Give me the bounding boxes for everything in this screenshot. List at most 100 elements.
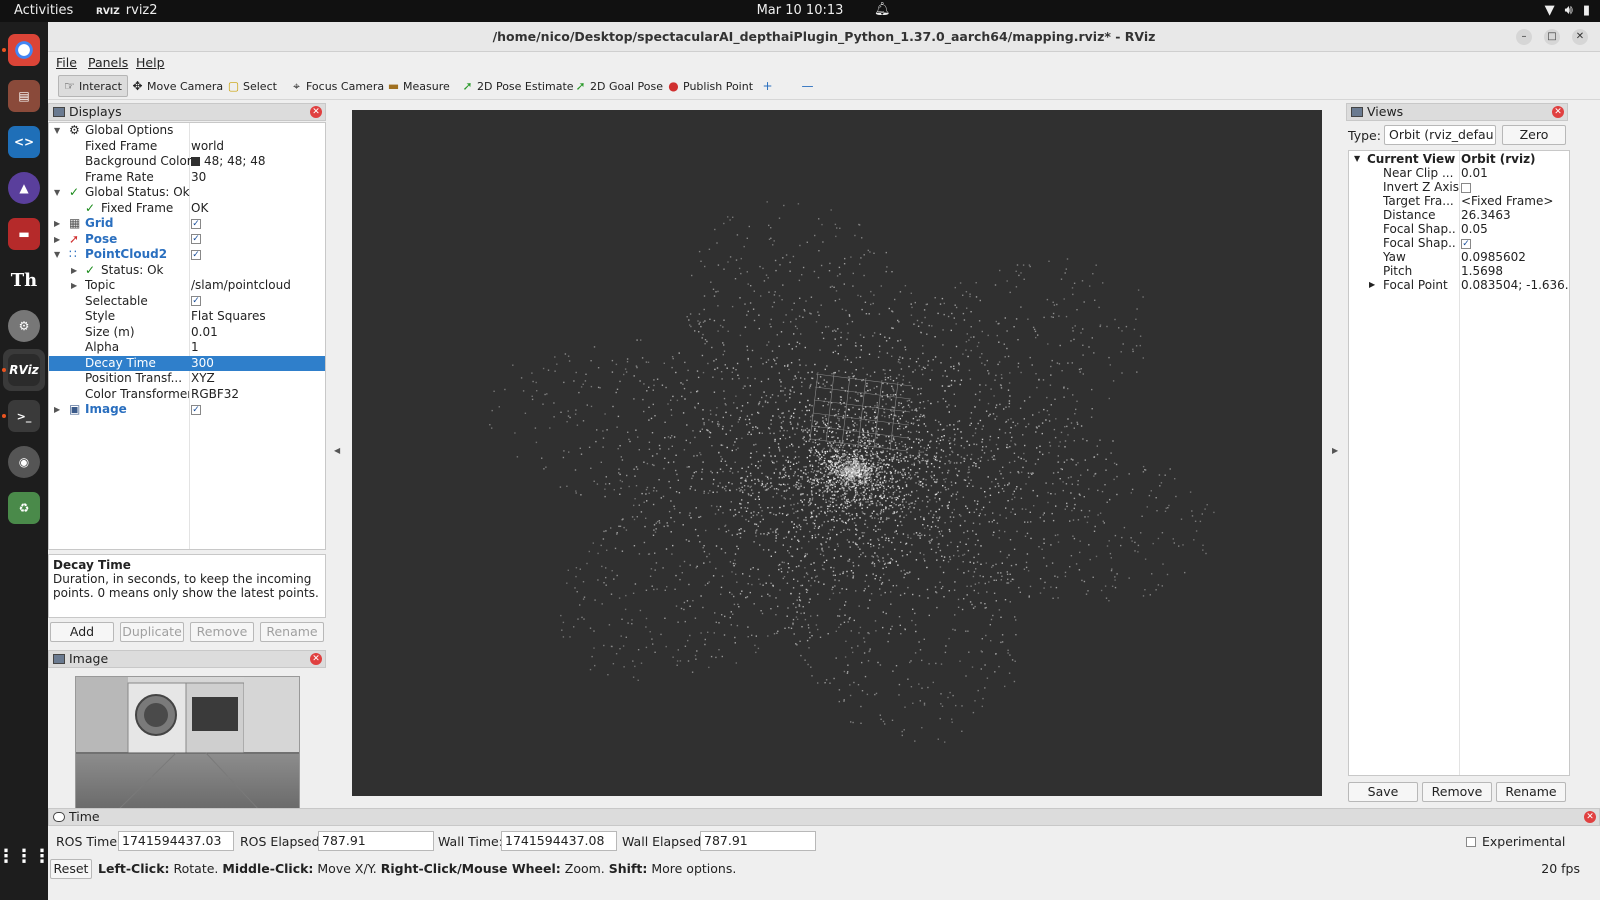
tree-row[interactable]: Target Fra... <Fixed Frame> (1349, 194, 1569, 208)
views-tree[interactable]: ▼ Current View Orbit (rviz) Near Clip ... 0… (1348, 150, 1570, 776)
displays-panel-header[interactable]: Displays ✕ (48, 103, 326, 121)
add-display-button[interactable]: Add (50, 622, 114, 642)
trash-icon[interactable]: ♻ (8, 492, 40, 524)
tree-row[interactable]: Pitch 1.5698 (1349, 264, 1569, 278)
wall-elapsed-field[interactable]: 787.91 (700, 831, 816, 851)
tree-row[interactable]: Yaw 0.0985602 (1349, 250, 1569, 264)
close-window-button[interactable]: ✕ (1572, 29, 1588, 45)
tree-row[interactable]: ▼ ⚙ Global Options (49, 123, 325, 139)
tree-row[interactable]: ▼ ✓ Global Status: Ok (49, 185, 325, 201)
tool-select[interactable]: ▢ Select (222, 75, 283, 97)
tree-row[interactable]: Color Transformer RGBF32 (49, 387, 325, 403)
zero-view-button[interactable]: Zero (1502, 125, 1566, 145)
ros-elapsed-field[interactable]: 787.91 (318, 831, 434, 851)
tree-row[interactable]: Background Color 48; 48; 48 (49, 154, 325, 170)
vscode-icon[interactable]: <> (8, 126, 40, 158)
add-tool-button[interactable]: + (756, 75, 780, 97)
expand-arrow-icon[interactable]: ▼ (54, 123, 60, 138)
tree-row[interactable]: Invert Z Axis (1349, 180, 1569, 194)
tree-row[interactable]: Near Clip ... 0.01 (1349, 166, 1569, 180)
expand-arrow-icon[interactable]: ▼ (54, 185, 60, 200)
tool-publish-point[interactable]: ● Publish Point (662, 75, 759, 97)
collapse-arrow-icon[interactable]: ▶ (54, 232, 60, 247)
collapse-right-icon[interactable]: ▶ (1332, 446, 1338, 455)
grid-checkbox[interactable]: ✓ (191, 218, 201, 229)
system-tray[interactable]: ▼ 🔊︎ ▮ (1545, 3, 1590, 18)
tree-row[interactable]: ▶ ➚ Pose ✓ (49, 232, 325, 248)
pose-checkbox[interactable]: ✓ (191, 234, 201, 244)
remove-tool-button[interactable]: — (796, 75, 820, 97)
tree-row[interactable]: Alpha 1 (49, 340, 325, 356)
tree-row[interactable]: Frame Rate 30 (49, 170, 325, 186)
tree-row[interactable]: ▶ Topic/slam/pointcloud (49, 278, 325, 294)
time-panel-header[interactable]: Time ✕ (48, 808, 1600, 826)
reset-button[interactable]: Reset (50, 859, 92, 879)
expand-arrow-icon[interactable]: ▼ (54, 247, 60, 262)
tree-row[interactable]: Focal Shap... ✓ (1349, 236, 1569, 250)
tree-row[interactable]: ▶ Focal Point 0.083504; -1.636... (1349, 278, 1569, 292)
collapse-left-icon[interactable]: ◀ (334, 446, 340, 455)
rename-display-button[interactable]: Rename (260, 622, 324, 642)
collapse-arrow-icon[interactable]: ▶ (71, 263, 77, 278)
experimental-checkbox[interactable] (1466, 837, 1476, 847)
maximize-button[interactable]: □ (1544, 29, 1560, 45)
close-panel-icon[interactable]: ✕ (310, 653, 322, 665)
tree-row[interactable]: ▶ ▣ Image ✓ (49, 402, 325, 418)
pointcloud-checkbox[interactable]: ✓ (191, 249, 201, 260)
image-checkbox[interactable]: ✓ (191, 404, 201, 415)
wall-time-field[interactable]: 1741594437.08 (501, 831, 617, 851)
collapse-arrow-icon[interactable]: ▶ (71, 278, 77, 293)
tool-move-camera[interactable]: ✥ Move Camera (126, 75, 229, 97)
menu-help[interactable]: Help (136, 55, 165, 70)
image-panel-header[interactable]: Image ✕ (48, 650, 326, 668)
duplicate-display-button[interactable]: Duplicate (120, 622, 184, 642)
tree-row[interactable]: ▼ Current View Orbit (rviz) (1349, 152, 1569, 166)
tree-row[interactable]: Selectable ✓ (49, 294, 325, 310)
3d-render-viewport[interactable] (352, 110, 1322, 796)
close-panel-icon[interactable]: ✕ (1584, 811, 1596, 823)
menu-panels[interactable]: Panels (88, 55, 128, 70)
expand-arrow-icon[interactable]: ▼ (1354, 152, 1360, 166)
tree-row[interactable]: Position Transf... XYZ (49, 371, 325, 387)
minimize-button[interactable]: – (1516, 29, 1532, 45)
menu-file[interactable]: File (56, 55, 77, 70)
view-type-select[interactable]: Orbit (rviz_defau (1384, 125, 1496, 145)
tree-row[interactable]: ▼ ∷ PointCloud2 ✓ (49, 247, 325, 263)
rename-view-button[interactable]: Rename (1496, 782, 1566, 802)
clock[interactable]: Mar 10 10:13 (0, 3, 1600, 18)
ros-time-field[interactable]: 1741594437.03 (118, 831, 234, 851)
tool-interact[interactable]: ☞ Interact (58, 75, 128, 97)
tree-row-selected[interactable]: Decay Time 300 (49, 355, 325, 371)
tree-row[interactable]: ▶ ▦ Grid ✓ (49, 216, 325, 232)
focal-shape-checkbox[interactable]: ✓ (1461, 238, 1471, 249)
tree-row[interactable]: ✓ Fixed Frame OK (49, 201, 325, 217)
collapse-arrow-icon[interactable]: ▶ (1369, 278, 1375, 292)
settings-icon[interactable]: ⚙ (8, 310, 40, 342)
tool-measure[interactable]: ▬ Measure (382, 75, 456, 97)
close-panel-icon[interactable]: ✕ (1552, 106, 1564, 118)
disk-icon[interactable]: ◉ (8, 446, 40, 478)
app-purple-icon[interactable]: ▲ (8, 172, 40, 204)
typora-icon[interactable]: Th (8, 264, 40, 296)
displays-tree[interactable]: ▼ ⚙ Global Options Fixed Frame world Backgr… (48, 122, 326, 550)
remove-display-button[interactable]: Remove (190, 622, 254, 642)
app-red-icon[interactable]: ▬ (8, 218, 40, 250)
tree-row[interactable]: Size (m) 0.01 (49, 325, 325, 341)
collapse-arrow-icon[interactable]: ▶ (54, 216, 60, 231)
terminal-icon[interactable]: >_ (8, 400, 40, 432)
close-panel-icon[interactable]: ✕ (310, 106, 322, 118)
tree-row[interactable]: Focal Shap... 0.05 (1349, 222, 1569, 236)
remove-view-button[interactable]: Remove (1422, 782, 1492, 802)
window-titlebar[interactable]: /home/nico/Desktop/spectacularAI_depthai… (48, 22, 1600, 52)
selectable-checkbox[interactable]: ✓ (191, 296, 201, 306)
notification-icon[interactable]: 🔔︎ (874, 2, 891, 17)
rviz-icon[interactable]: RViz (8, 354, 40, 386)
chrome-icon[interactable] (8, 34, 40, 66)
tree-row[interactable]: Fixed Frame world (49, 139, 325, 155)
tree-row[interactable]: Style Flat Squares (49, 309, 325, 325)
views-panel-header[interactable]: Views ✕ (1346, 103, 1568, 121)
show-apps-icon[interactable]: ⋮⋮⋮ (0, 840, 51, 872)
save-view-button[interactable]: Save (1348, 782, 1418, 802)
tool-2d-pose-estimate[interactable]: ➚ 2D Pose Estimate (456, 75, 580, 97)
tree-row[interactable]: Distance 26.3463 (1349, 208, 1569, 222)
